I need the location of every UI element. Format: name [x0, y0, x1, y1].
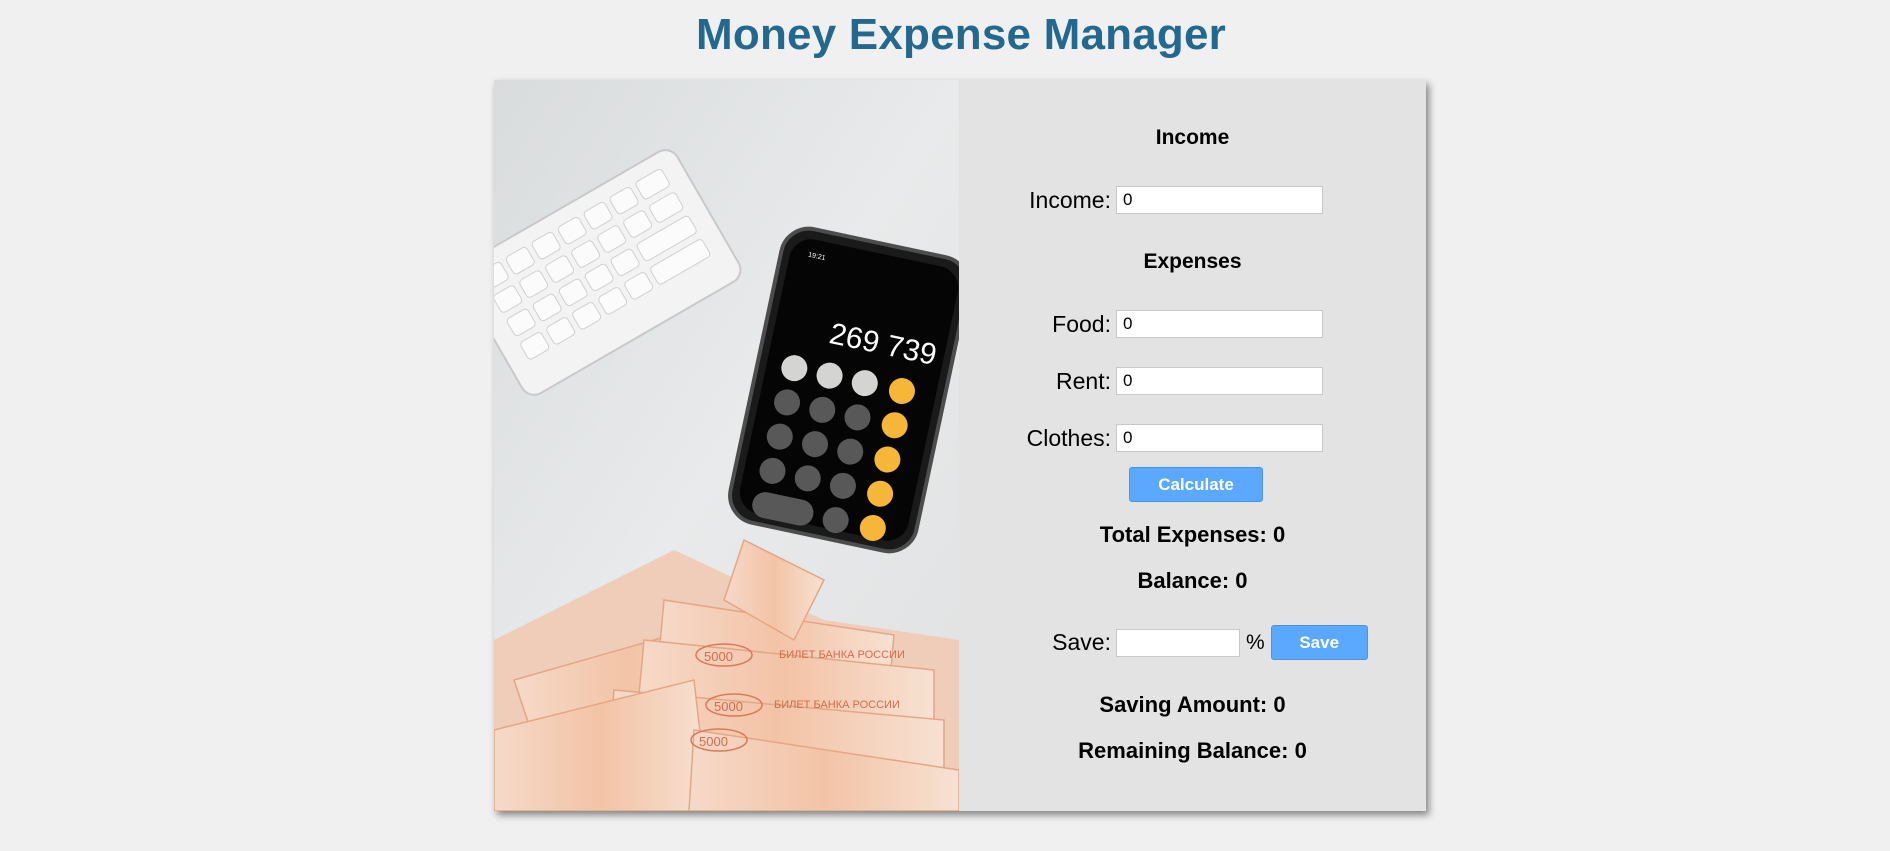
food-label: Food:: [1052, 310, 1111, 337]
banknote-caption: БИЛЕТ БАНКА РОССИИ: [774, 699, 900, 711]
page-title: Money Expense Manager: [696, 10, 1226, 59]
saving-amount-text: Saving Amount: 0: [1099, 692, 1286, 717]
percent-sign: %: [1246, 630, 1265, 654]
expense-form: Income Income: Expenses Food: Rent: Clot…: [959, 80, 1426, 811]
balance-text: Balance: 0: [1137, 568, 1248, 593]
income-heading: Income: [1155, 126, 1230, 149]
income-input[interactable]: [1116, 186, 1323, 214]
clothes-row: Clothes:: [959, 424, 1323, 452]
clothes-input[interactable]: [1116, 424, 1323, 452]
expenses-heading: Expenses: [1143, 250, 1242, 273]
desk-photo: 5000 БИЛЕТ БАНКА РОССИИ 5000 БИЛЕТ БАНКА…: [494, 80, 959, 811]
total-expenses-text: Total Expenses: 0: [1099, 522, 1286, 547]
rent-input[interactable]: [1116, 367, 1323, 395]
clothes-label: Clothes:: [1026, 424, 1111, 451]
expense-card: 5000 БИЛЕТ БАНКА РОССИИ 5000 БИЛЕТ БАНКА…: [494, 80, 1426, 811]
save-label: Save:: [1052, 629, 1111, 655]
banknote-denomination: 5000: [714, 699, 743, 714]
rent-label: Rent:: [1056, 367, 1111, 394]
food-row: Food:: [959, 310, 1323, 338]
food-input[interactable]: [1116, 310, 1323, 338]
income-label: Income:: [1029, 186, 1111, 213]
remaining-balance-text: Remaining Balance: 0: [1078, 738, 1307, 763]
banknote-denomination: 5000: [704, 649, 733, 664]
save-button[interactable]: Save: [1270, 625, 1368, 660]
banknote-caption: БИЛЕТ БАНКА РОССИИ: [779, 649, 905, 661]
income-row: Income:: [959, 186, 1323, 214]
calculate-button[interactable]: Calculate: [1129, 467, 1263, 502]
banknote-denomination: 5000: [699, 734, 728, 749]
save-row: Save: % Save: [959, 625, 1368, 660]
save-percent-input[interactable]: [1116, 628, 1240, 657]
rent-row: Rent:: [959, 367, 1323, 395]
